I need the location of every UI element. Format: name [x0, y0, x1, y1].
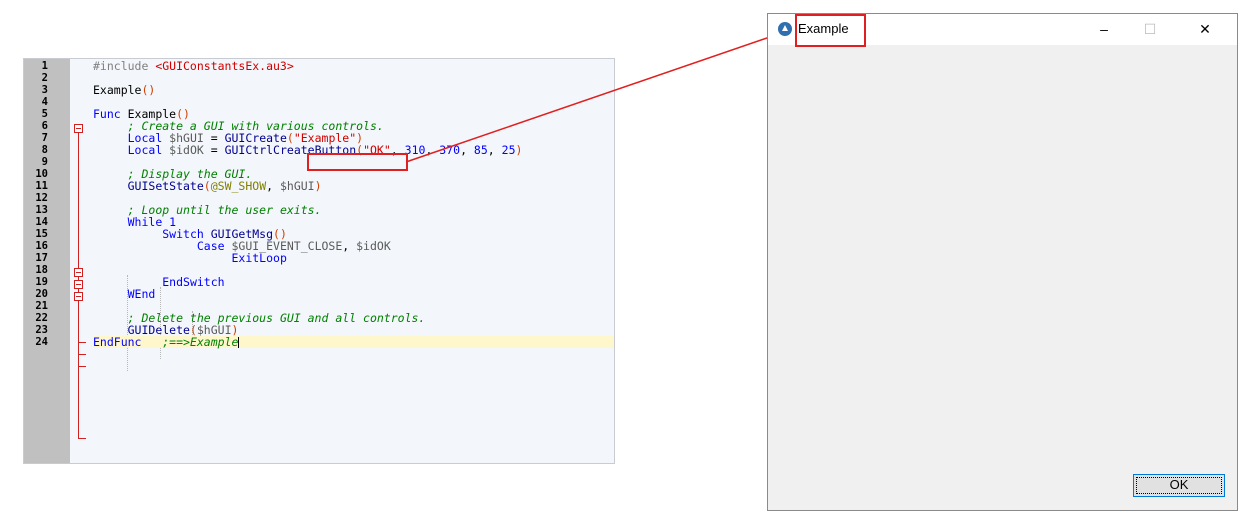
- close-button[interactable]: ✕: [1182, 14, 1228, 45]
- minimize-button[interactable]: –: [1081, 14, 1127, 45]
- ok-button-label: OK: [1169, 477, 1189, 492]
- gui-window[interactable]: Example – ☐ ✕ OK: [767, 13, 1238, 511]
- autoit-icon: [778, 22, 792, 36]
- maximize-button[interactable]: ☐: [1127, 14, 1173, 45]
- highlight-box-window-title: [795, 14, 866, 47]
- ok-button[interactable]: OK: [1133, 474, 1225, 497]
